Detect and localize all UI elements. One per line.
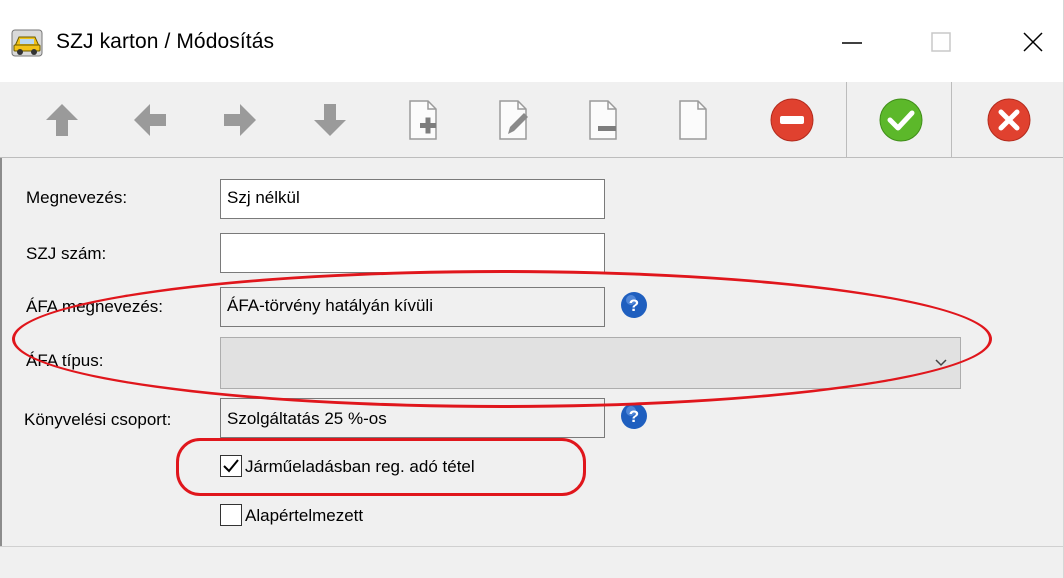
document-add-icon <box>409 100 437 140</box>
car-icon <box>11 29 43 57</box>
ok-button[interactable] <box>875 94 927 146</box>
szj-form: Megnevezés: Szj nélkül SZJ szám: ÁFA meg… <box>0 158 1063 546</box>
vat-name-field: ÁFA-törvény hatályán kívüli <box>220 287 605 327</box>
default-checkbox[interactable] <box>220 504 242 526</box>
next-record-button[interactable] <box>214 94 266 146</box>
vehicle-sale-checkbox-label[interactable]: Járműeladásban reg. adó tétel <box>245 457 475 477</box>
vat-name-label: ÁFA megnevezés: <box>26 297 164 316</box>
szj-number-label: SZJ szám: <box>26 244 107 263</box>
chevron-down-icon <box>935 359 947 367</box>
help-icon[interactable]: ? <box>620 291 648 319</box>
close-button[interactable] <box>983 94 1035 146</box>
svg-text:?: ? <box>629 407 639 426</box>
red-minus-icon <box>770 98 814 142</box>
toolbar-separator <box>951 82 952 157</box>
arrow-right-icon <box>224 104 256 136</box>
previous-record-button[interactable] <box>124 94 176 146</box>
red-x-icon <box>987 98 1031 142</box>
accounting-group-label: Könyvelési csoport: <box>24 410 172 429</box>
arrow-up-icon <box>46 104 78 136</box>
close-window-icon[interactable] <box>984 18 1062 66</box>
minimize-icon[interactable] <box>812 18 890 66</box>
document-remove-icon <box>589 100 617 140</box>
default-checkbox-label[interactable]: Alapértelmezett <box>245 506 363 526</box>
toolbar <box>0 82 1063 158</box>
szj-number-input[interactable] <box>220 233 605 273</box>
checkmark-icon <box>223 459 239 473</box>
name-input[interactable]: Szj nélkül <box>220 179 605 219</box>
window-title: SZJ karton / Módosítás <box>56 30 275 53</box>
delete-record-button[interactable] <box>576 94 628 146</box>
maximize-icon[interactable] <box>904 18 982 66</box>
vat-type-select[interactable] <box>220 337 961 389</box>
green-check-icon <box>879 98 923 142</box>
accounting-group-field: Szolgáltatás 25 %-os <box>220 398 605 438</box>
last-record-button[interactable] <box>304 94 356 146</box>
window-left-border <box>0 158 2 578</box>
title-bar: SZJ karton / Módosítás <box>0 0 1063 82</box>
document-edit-icon <box>499 100 528 140</box>
blank-document-button[interactable] <box>666 94 718 146</box>
toolbar-separator <box>846 82 847 157</box>
arrow-left-icon <box>134 104 166 136</box>
new-record-button[interactable] <box>396 94 448 146</box>
status-bar <box>0 546 1063 578</box>
edit-record-button[interactable] <box>486 94 538 146</box>
cancel-edit-button[interactable] <box>766 94 818 146</box>
szj-karton-window: SZJ karton / Módosítás Megnevezés: Szj n… <box>0 0 1064 578</box>
arrow-down-icon <box>314 104 346 136</box>
name-label: Megnevezés: <box>26 188 128 207</box>
help-icon[interactable]: ? <box>620 402 648 430</box>
svg-text:?: ? <box>629 296 639 315</box>
vat-type-label: ÁFA típus: <box>26 351 104 370</box>
document-icon <box>679 100 707 140</box>
first-record-button[interactable] <box>36 94 88 146</box>
vehicle-sale-checkbox[interactable] <box>220 455 242 477</box>
